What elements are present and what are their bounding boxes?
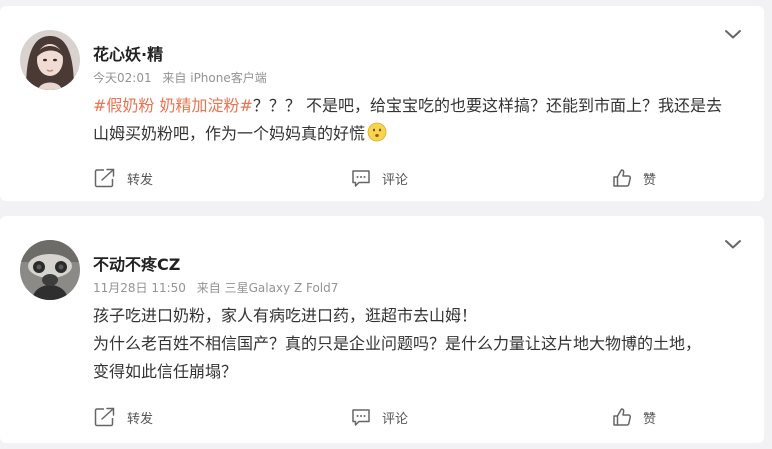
comment-button[interactable]: 评论	[351, 406, 408, 428]
comment-card: 花心妖·精 今天02:01 来自 iPhone客户端 #假奶粉 奶精加淀粉#？？…	[0, 6, 764, 201]
avatar[interactable]	[20, 30, 80, 90]
post-source: 来自 三星Galaxy Z Fold7	[196, 281, 339, 295]
hashtag-link[interactable]: #假奶粉 奶精加淀粉#	[93, 96, 253, 115]
post-time: 11月28日 11:50	[93, 281, 186, 295]
comment-card: 不动不疼CZ 11月28日 11:50 来自 三星Galaxy Z Fold7 …	[0, 216, 764, 443]
like-button[interactable]: 赞	[612, 406, 656, 428]
comment-label: 评论	[382, 172, 409, 188]
action-bar: 转发 评论 赞	[0, 167, 764, 189]
repost-icon	[94, 407, 115, 427]
post-text: 孩子吃进口奶粉，家人有病吃进口药，逛超市去山姆！ 为什么老百姓不相信国产？真的只…	[93, 302, 753, 386]
comment-icon	[352, 408, 370, 426]
post-meta: 11月28日 11:50 来自 三星Galaxy Z Fold7	[93, 279, 338, 296]
post-line: 变得如此信任崩塌？	[93, 362, 238, 381]
repost-icon	[94, 168, 115, 188]
post-line: ？？？ 不是吧，给宝宝吃的也要这样搞？还能到市面上？我还是去	[252, 96, 722, 115]
repost-label: 转发	[127, 172, 154, 188]
username[interactable]: 不动不疼CZ	[93, 251, 180, 275]
avatar[interactable]	[20, 240, 80, 300]
like-button[interactable]: 赞	[612, 167, 656, 189]
like-label: 赞	[643, 411, 657, 427]
post-time: 今天02:01	[93, 71, 152, 85]
comment-icon	[352, 169, 370, 187]
post-meta: 今天02:01 来自 iPhone客户端	[93, 69, 267, 86]
post-line: 孩子吃进口奶粉，家人有病吃进口药，逛超市去山姆！	[93, 306, 478, 325]
action-bar: 转发 评论 赞	[0, 406, 764, 428]
post-source: 来自 iPhone客户端	[162, 71, 267, 85]
comment-label: 评论	[382, 411, 409, 427]
hushed-face-emoji	[367, 122, 387, 151]
like-label: 赞	[643, 172, 657, 188]
chevron-down-icon[interactable]	[724, 236, 742, 250]
username[interactable]: 花心妖·精	[93, 41, 163, 65]
post-line: 山姆买奶粉吧，作为一个妈妈真的好慌	[93, 124, 366, 143]
like-icon	[613, 408, 632, 426]
chevron-down-icon[interactable]	[724, 26, 742, 40]
post-text: #假奶粉 奶精加淀粉#？？？ 不是吧，给宝宝吃的也要这样搞？还能到市面上？我还是…	[93, 92, 753, 151]
like-icon	[613, 169, 632, 187]
post-line: 为什么老百姓不相信国产？真的只是企业问题吗？是什么力量让这片地大物博的土地，	[93, 334, 702, 353]
comment-button[interactable]: 评论	[351, 167, 408, 189]
repost-button[interactable]: 转发	[94, 406, 153, 428]
repost-button[interactable]: 转发	[94, 167, 153, 189]
repost-label: 转发	[127, 411, 154, 427]
